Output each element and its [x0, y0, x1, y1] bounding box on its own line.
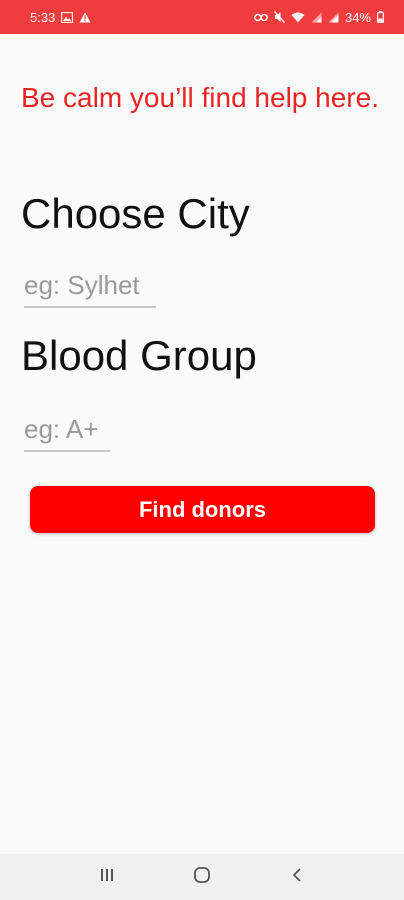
battery-percent: 34% — [344, 9, 371, 25]
link-icon — [254, 13, 268, 22]
back-button[interactable] — [277, 857, 317, 897]
blood-group-input[interactable] — [24, 412, 110, 452]
warning-icon — [79, 12, 91, 23]
blood-group-title: Blood Group — [21, 332, 257, 379]
home-icon — [193, 866, 211, 889]
status-bar: 5:33 34% — [0, 0, 404, 34]
signal-icon — [328, 12, 339, 23]
status-bar-right: 34% — [254, 10, 384, 25]
status-bar-left: 5:33 — [30, 10, 91, 25]
clock: 5:33 — [30, 9, 56, 25]
mute-icon — [273, 11, 285, 23]
recent-apps-button[interactable] — [87, 857, 127, 897]
choose-city-title: Choose City — [21, 190, 250, 237]
home-button[interactable] — [182, 857, 222, 897]
city-input[interactable] — [24, 268, 156, 308]
back-icon — [290, 867, 304, 888]
image-icon — [61, 11, 74, 23]
wifi-icon — [291, 12, 305, 23]
recent-apps-icon — [99, 867, 115, 888]
navigation-bar — [0, 854, 404, 900]
signal-icon — [311, 12, 322, 23]
find-donors-button[interactable]: Find donors — [30, 486, 375, 533]
battery-icon — [377, 11, 384, 23]
tagline: Be calm you’ll find help here. — [21, 82, 379, 113]
